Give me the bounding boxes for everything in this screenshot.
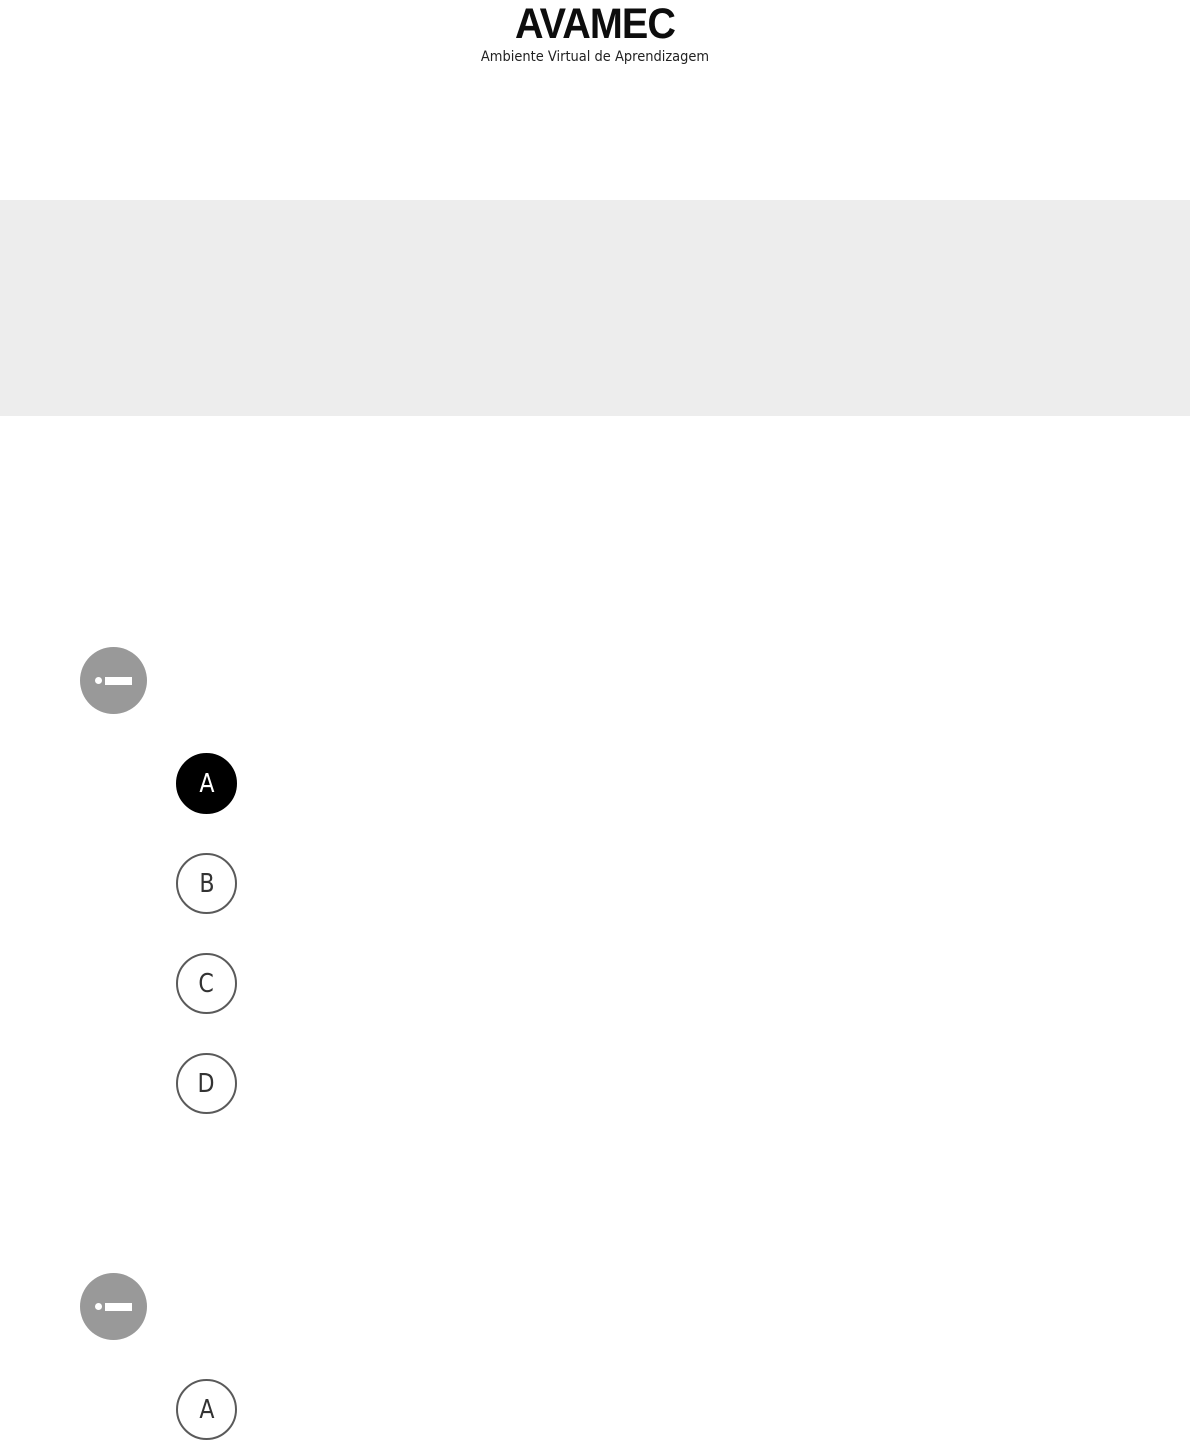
option-letter: C: [198, 968, 215, 999]
option-d-button[interactable]: D: [176, 1053, 237, 1114]
option-c-button[interactable]: C: [176, 953, 237, 1014]
marker-bar: [105, 1303, 132, 1311]
option-b-button[interactable]: B: [176, 853, 237, 914]
marker-bar: [105, 677, 132, 685]
marker-dot: [95, 677, 102, 684]
logo-subtitle: Ambiente Virtual de Aprendizagem: [480, 49, 710, 65]
page: AVAMEC Ambiente Virtual de Aprendizagem …: [0, 0, 1190, 1440]
logo-wordmark: AVAMEC: [514, 0, 676, 48]
site-header: AVAMEC Ambiente Virtual de Aprendizagem: [0, 0, 1190, 200]
option-a-button[interactable]: A: [176, 753, 237, 814]
option-letter: A: [198, 1394, 215, 1425]
avamec-logo[interactable]: AVAMEC Ambiente Virtual de Aprendizagem: [0, 0, 1190, 66]
option-letter: A: [198, 768, 215, 799]
option-letter: D: [197, 1068, 216, 1099]
question-marker-icon: [80, 1273, 147, 1340]
option-a-button[interactable]: A: [176, 1379, 237, 1440]
banner: [0, 200, 1190, 416]
marker-dot: [95, 1303, 102, 1310]
option-letter: B: [198, 868, 215, 899]
question-marker-icon: [80, 647, 147, 714]
